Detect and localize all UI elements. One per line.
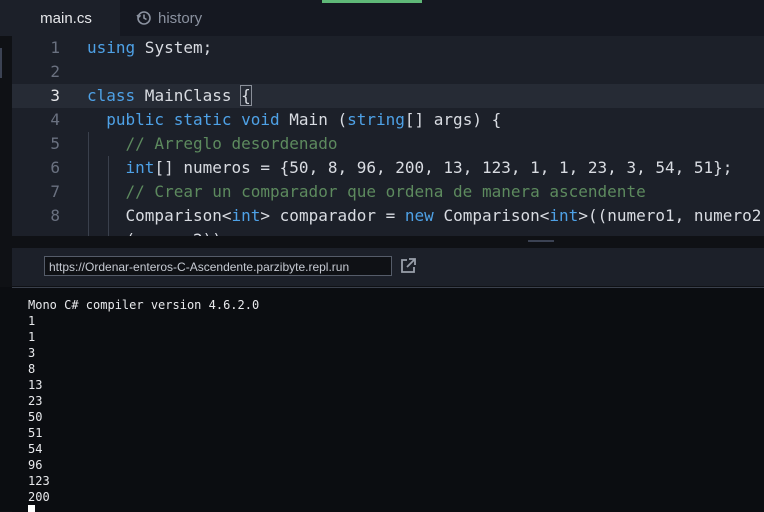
code-token: System; [135, 38, 213, 57]
code-line[interactable]: 1 using System; [12, 36, 764, 60]
line-number: 6 [50, 158, 60, 177]
keyword-token: class [87, 86, 136, 105]
line-number: 3 [50, 86, 60, 105]
code-text: using System; [87, 36, 212, 60]
line-number: 5 [50, 134, 60, 153]
tab-history[interactable]: history [136, 0, 202, 36]
console-line: 123 [28, 474, 50, 488]
line-number: 4 [50, 110, 60, 129]
line-number: 1 [50, 38, 60, 57]
indent-guide [108, 156, 109, 236]
keyword-token: public static void [106, 110, 280, 129]
external-link-icon[interactable] [398, 256, 418, 276]
keyword-token: int [125, 158, 155, 177]
line-number: 2 [50, 62, 60, 81]
tab-main-cs[interactable]: main.cs [12, 0, 120, 36]
code-line[interactable]: 3 class MainClass { [12, 84, 764, 108]
comment-token: // Arreglo desordenado [125, 134, 338, 153]
line-number: 7 [50, 182, 60, 201]
console-line: 50 [28, 410, 43, 424]
code-line[interactable]: 5 // Arreglo desordenado [12, 132, 764, 156]
console-line: 13 [28, 378, 43, 392]
code-text: // Arreglo desordenado [87, 132, 338, 156]
code-text: class MainClass { [87, 84, 252, 108]
console-line: 51 [28, 426, 43, 440]
code-token: [] numeros = {50, 8, 96, 200, 13, 123, 1… [154, 158, 733, 177]
url-field[interactable]: https://Ordenar-enteros-C-Ascendente.par… [44, 256, 392, 276]
code-editor[interactable]: (numero2))8 Comparison<int> comparador =… [12, 36, 764, 236]
code-line[interactable]: (numero2)) [12, 228, 764, 236]
code-line[interactable]: 7 // Crear un comparador que ordena de m… [12, 180, 764, 204]
code-token: Comparison< [125, 206, 232, 225]
console-line: 1 [28, 314, 36, 328]
tab-label: history [158, 9, 203, 27]
code-line[interactable]: 2 [12, 60, 764, 84]
console-line: 3 [28, 346, 36, 360]
console-line: 1 [28, 330, 36, 344]
keyword-token: string [347, 110, 405, 129]
indent-guide [88, 132, 89, 236]
code-text: Comparison<int> comparador = new Compari… [87, 204, 762, 228]
console-line: 200 [28, 490, 50, 504]
keyword-token: int [549, 206, 579, 225]
code-token: [] args) { [404, 110, 502, 129]
console-line: 96 [28, 458, 43, 472]
console-line: 23 [28, 394, 43, 408]
code-line[interactable]: 8 Comparison<int> comparador = new Compa… [12, 204, 764, 228]
splitter-grip[interactable] [528, 240, 554, 242]
history-icon [136, 10, 152, 26]
line-number: 8 [50, 206, 60, 225]
pane-splitter[interactable] [12, 236, 764, 248]
code-text: // Crear un comparador que ordena de man… [87, 180, 646, 204]
code-token: MainClass [135, 86, 242, 105]
console-line: Mono C# compiler version 4.6.2.0 [28, 298, 260, 312]
code-line[interactable]: 4 public static void Main (string[] args… [12, 108, 764, 132]
code-line[interactable]: 6 int[] numeros = {50, 8, 96, 200, 13, 1… [12, 156, 764, 180]
console-line: 8 [28, 362, 36, 376]
code-token: Main ( [279, 110, 348, 129]
keyword-token: int [231, 206, 261, 225]
code-text: int[] numeros = {50, 8, 96, 200, 13, 123… [87, 156, 733, 180]
left-rail [0, 36, 12, 236]
tab-label: main.cs [40, 9, 92, 27]
active-pane-indicator [322, 0, 422, 3]
code-token: > comparador = [260, 206, 405, 225]
matched-bracket: { [240, 85, 252, 106]
code-token: >((numero1, numero2 [578, 206, 762, 225]
keyword-token: using [87, 38, 136, 57]
tab-bar-empty-area [120, 0, 764, 36]
console-output[interactable]: Mono C# compiler version 4.6.2.0 1 1 3 8 13 23… [12, 287, 764, 512]
comment-token: // Crear un comparador que ordena de man… [125, 182, 646, 201]
code-text: public static void Main (string[] args) … [87, 108, 501, 132]
code-token: Comparison< [433, 206, 550, 225]
rail-marker [0, 48, 2, 78]
tab-bar: main.cs history [0, 0, 764, 36]
keyword-token: new [404, 206, 434, 225]
console-line: 54 [28, 442, 43, 456]
webview-url-bar: https://Ordenar-enteros-C-Ascendente.par… [12, 248, 764, 286]
left-rail-lower [0, 287, 12, 511]
